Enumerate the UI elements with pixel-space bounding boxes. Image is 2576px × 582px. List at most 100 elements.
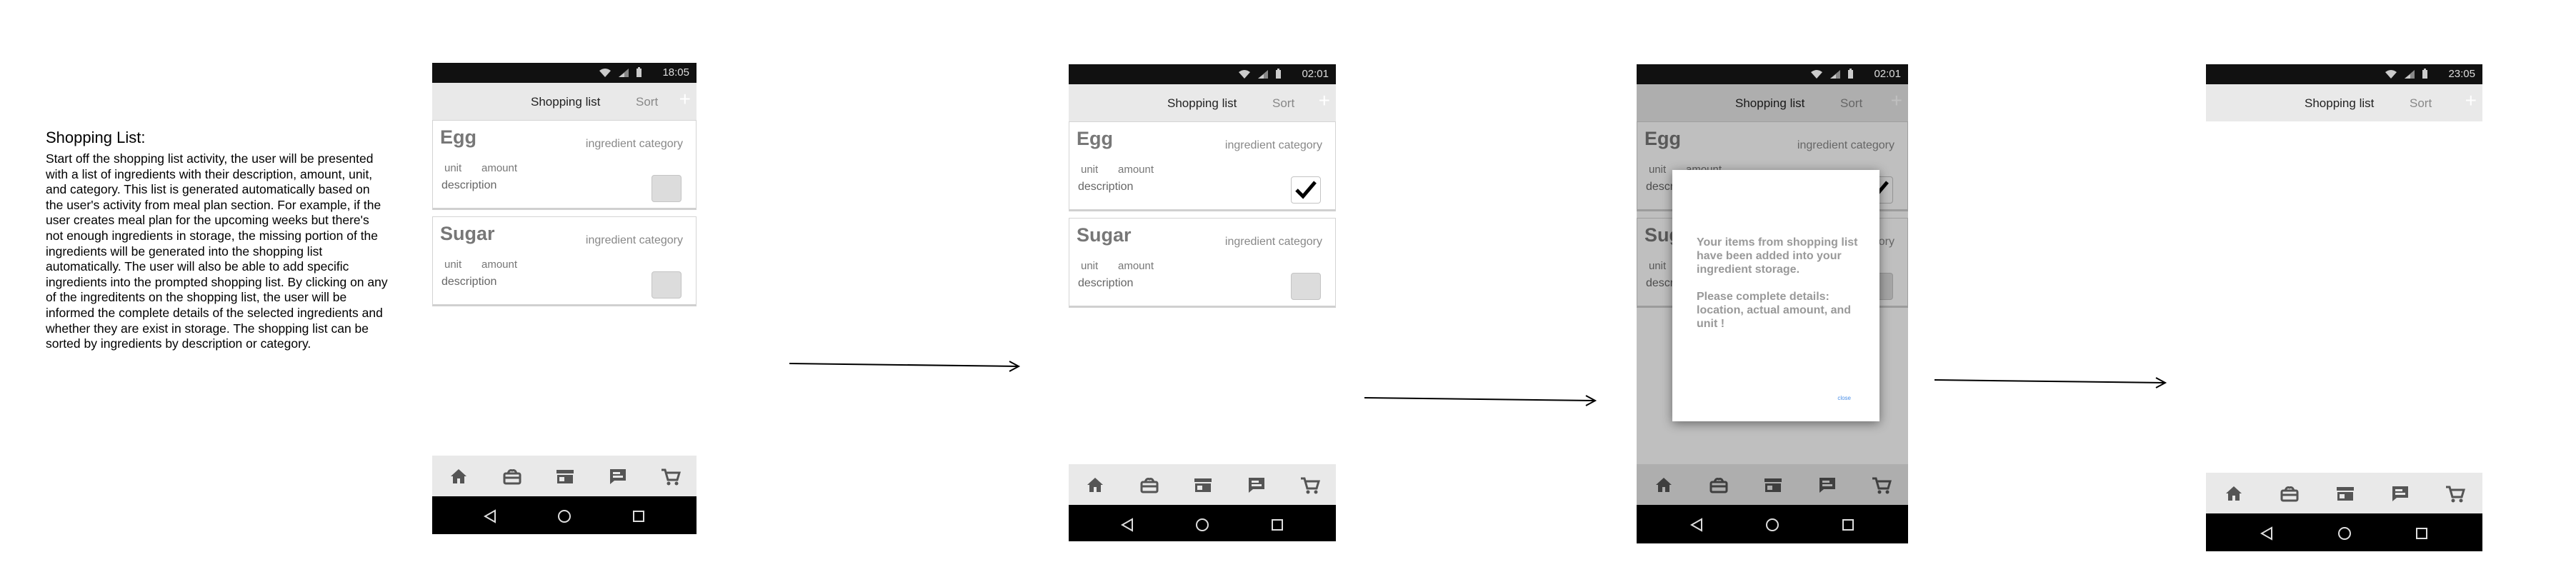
storage-icon[interactable] xyxy=(1139,476,1159,497)
battery-icon xyxy=(2422,69,2428,82)
bottom-nav xyxy=(2206,473,2482,514)
back-icon[interactable] xyxy=(482,508,498,528)
status-icons xyxy=(2385,69,2428,82)
status-bar: 18:05 xyxy=(432,63,697,83)
wifi-icon xyxy=(2385,69,2397,82)
dialog-close-button[interactable]: close xyxy=(1837,395,1851,401)
description-body: Start off the shopping list activity, th… xyxy=(46,151,388,351)
system-nav-bar xyxy=(2206,513,2482,551)
wifi-icon xyxy=(1810,69,1823,82)
storage-icon[interactable] xyxy=(502,468,522,488)
home-circle-icon[interactable] xyxy=(2337,526,2352,545)
ingredient-card[interactable]: Egg ingredient category unit amount descript… xyxy=(1069,121,1336,211)
ingredient-description: description xyxy=(1078,181,1134,193)
ingredient-card[interactable]: Sugar ingredient category unit amount descri… xyxy=(432,216,697,306)
signal-icon xyxy=(2404,69,2415,82)
ingredient-name: Sugar xyxy=(1077,224,1132,246)
status-bar: 02:01 xyxy=(1637,64,1908,84)
checkmark-icon xyxy=(1295,181,1317,199)
home-icon[interactable] xyxy=(449,468,468,488)
recents-icon[interactable] xyxy=(2414,526,2430,545)
status-time: 18:05 xyxy=(662,66,689,79)
phone-screen-4: 23:05 Shopping list Sort + xyxy=(2206,64,2482,551)
add-item-button[interactable]: + xyxy=(679,89,691,109)
ingredient-unit: unit xyxy=(1081,164,1099,176)
status-time: 02:01 xyxy=(1302,68,1329,80)
store-icon[interactable] xyxy=(2335,485,2355,506)
recents-icon[interactable] xyxy=(1840,517,1856,536)
signal-icon xyxy=(1257,69,1269,82)
sort-button[interactable]: Sort xyxy=(2410,96,2432,111)
purchase-checkbox[interactable] xyxy=(1291,273,1321,300)
system-nav-bar xyxy=(1069,505,1336,541)
status-bar: 23:05 xyxy=(2206,64,2482,84)
home-icon[interactable] xyxy=(1086,476,1104,497)
app-title: Shopping list xyxy=(531,95,601,109)
confirmation-dialog: Your items from shopping list have been … xyxy=(1672,170,1879,421)
wifi-icon xyxy=(1238,69,1251,82)
cart-icon[interactable] xyxy=(1300,476,1320,498)
home-circle-icon[interactable] xyxy=(556,508,572,528)
ingredient-unit: unit xyxy=(444,162,462,174)
ingredient-amount: amount xyxy=(481,259,518,271)
status-icons xyxy=(1238,69,1282,82)
status-icons xyxy=(599,67,642,81)
recents-icon[interactable] xyxy=(631,508,647,528)
ingredient-description: description xyxy=(441,179,497,191)
ingredient-name: Sugar xyxy=(440,223,495,244)
add-item-button[interactable]: + xyxy=(2465,91,2477,111)
sort-button[interactable]: Sort xyxy=(636,95,658,109)
cart-icon[interactable] xyxy=(2445,485,2466,507)
add-item-button[interactable]: + xyxy=(1319,91,1330,111)
phone-screen-3: 02:01 Shopping list Sort + Egg ingredient cat… xyxy=(1637,64,1908,544)
phone-screen-2: 02:01 Shopping list Sort + Egg ingredient cat… xyxy=(1069,64,1336,541)
back-icon[interactable] xyxy=(1119,517,1135,536)
dialog-message: Your items from shopping list have been … xyxy=(1697,236,1858,330)
back-icon[interactable] xyxy=(2259,526,2275,545)
description-panel: Shopping List: Start off the shopping li… xyxy=(46,129,389,352)
purchase-checkbox[interactable] xyxy=(1291,176,1321,204)
status-time: 23:05 xyxy=(2448,68,2475,80)
bottom-nav xyxy=(432,456,697,497)
ingredient-amount: amount xyxy=(481,162,518,174)
battery-icon xyxy=(1847,69,1854,82)
meal-plan-icon[interactable] xyxy=(2390,485,2410,506)
back-icon[interactable] xyxy=(1689,517,1704,536)
store-icon[interactable] xyxy=(1193,476,1213,497)
cart-icon[interactable] xyxy=(661,468,682,490)
home-circle-icon[interactable] xyxy=(1194,517,1210,536)
description-title: Shopping List: xyxy=(46,129,146,146)
storage-icon[interactable] xyxy=(2280,485,2300,506)
ingredient-description: description xyxy=(1078,277,1134,289)
flow-arrow-3 xyxy=(1934,377,2167,388)
status-icons xyxy=(1810,69,1854,82)
purchase-checkbox[interactable] xyxy=(652,175,682,202)
signal-icon xyxy=(1829,69,1841,82)
wifi-icon xyxy=(599,68,611,81)
ingredient-card[interactable]: Egg ingredient category unit amount descript… xyxy=(432,120,697,210)
purchase-checkbox[interactable] xyxy=(652,271,682,298)
status-time: 02:01 xyxy=(1874,68,1901,80)
system-nav-bar xyxy=(432,496,697,534)
bottom-nav xyxy=(1069,464,1336,506)
signal-icon xyxy=(618,68,629,81)
app-bar: Shopping list Sort + xyxy=(1069,84,1336,121)
recents-icon[interactable] xyxy=(1269,517,1285,536)
home-icon[interactable] xyxy=(2225,485,2243,506)
battery-icon xyxy=(636,67,642,81)
ingredient-amount: amount xyxy=(1118,260,1154,272)
meal-plan-icon[interactable] xyxy=(608,468,628,488)
meal-plan-icon[interactable] xyxy=(1247,476,1267,497)
ingredient-amount: amount xyxy=(1118,164,1154,176)
home-circle-icon[interactable] xyxy=(1764,517,1780,536)
battery-icon xyxy=(1275,69,1282,82)
flow-arrow-2 xyxy=(1364,395,1597,406)
ingredient-name: Egg xyxy=(440,126,476,148)
ingredient-unit: unit xyxy=(444,259,462,271)
store-icon[interactable] xyxy=(555,468,575,488)
app-title: Shopping list xyxy=(1167,96,1237,110)
flow-arrow-1 xyxy=(789,361,1021,372)
ingredient-category: ingredient category xyxy=(1224,236,1322,248)
ingredient-card[interactable]: Sugar ingredient category unit amount descri… xyxy=(1069,218,1336,308)
sort-button[interactable]: Sort xyxy=(1272,96,1294,111)
